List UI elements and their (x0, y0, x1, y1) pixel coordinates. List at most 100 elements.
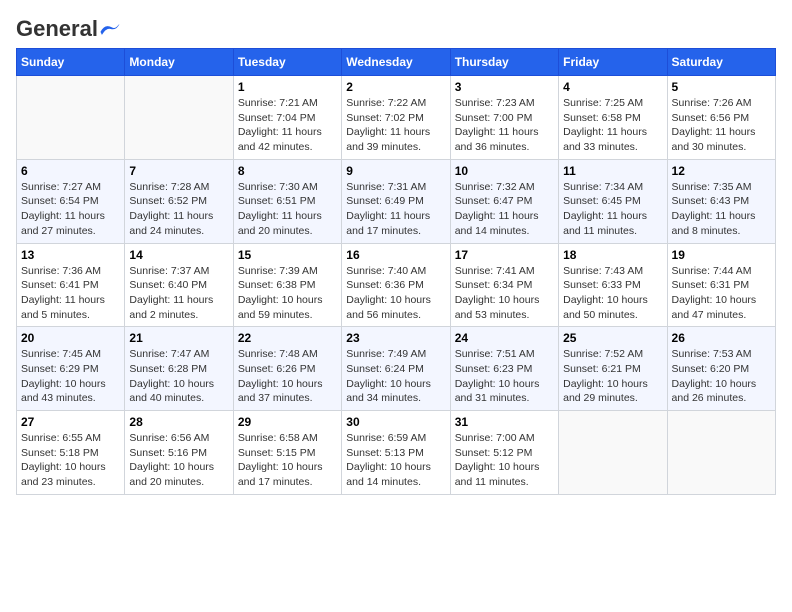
day-number: 17 (455, 248, 554, 262)
calendar-cell: 19Sunrise: 7:44 AMSunset: 6:31 PMDayligh… (667, 243, 775, 327)
day-info: Sunrise: 7:53 AMSunset: 6:20 PMDaylight:… (672, 347, 771, 406)
day-number: 20 (21, 331, 120, 345)
calendar-cell: 25Sunrise: 7:52 AMSunset: 6:21 PMDayligh… (559, 327, 667, 411)
day-info: Sunrise: 6:59 AMSunset: 5:13 PMDaylight:… (346, 431, 445, 490)
calendar-cell: 4 Sunrise: 7:25 AMSunset: 6:58 PMDaylight… (559, 76, 667, 160)
calendar-week-row: 27Sunrise: 6:55 AMSunset: 5:18 PMDayligh… (17, 411, 776, 495)
day-info: Sunrise: 7:31 AMSunset: 6:49 PMDaylight:… (346, 180, 445, 239)
day-number: 15 (238, 248, 337, 262)
calendar-cell: 6Sunrise: 7:27 AMSunset: 6:54 PMDaylight… (17, 159, 125, 243)
day-info: Sunrise: 7:48 AMSunset: 6:26 PMDaylight:… (238, 347, 337, 406)
calendar-cell (125, 76, 233, 160)
calendar-week-row: 20 Sunrise: 7:45 AMSunset: 6:29 PMDayligh… (17, 327, 776, 411)
day-info: Sunrise: 7:26 AMSunset: 6:56 PMDaylight:… (672, 96, 771, 155)
calendar-cell: 5 Sunrise: 7:26 AMSunset: 6:56 PMDaylight… (667, 76, 775, 160)
day-number: 24 (455, 331, 554, 345)
calendar-cell (559, 411, 667, 495)
day-info: Sunrise: 7:30 AMSunset: 6:51 PMDaylight:… (238, 180, 337, 239)
calendar-cell: 13 Sunrise: 7:36 AMSunset: 6:41 PMDayligh… (17, 243, 125, 327)
day-info: Sunrise: 6:58 AMSunset: 5:15 PMDaylight:… (238, 431, 337, 490)
day-info: Sunrise: 7:32 AMSunset: 6:47 PMDaylight:… (455, 180, 554, 239)
day-info: Sunrise: 7:21 AMSunset: 7:04 PMDaylight:… (238, 96, 337, 155)
page-header: General (16, 16, 776, 36)
calendar-cell (667, 411, 775, 495)
day-number: 4 (563, 80, 662, 94)
day-number: 26 (672, 331, 771, 345)
day-info: Sunrise: 7:44 AMSunset: 6:31 PMDaylight:… (672, 264, 771, 323)
calendar-cell: 7 Sunrise: 7:28 AMSunset: 6:52 PMDaylight… (125, 159, 233, 243)
calendar-cell: 11 Sunrise: 7:34 AMSunset: 6:45 PMDayligh… (559, 159, 667, 243)
day-info: Sunrise: 7:23 AMSunset: 7:00 PMDaylight:… (455, 96, 554, 155)
day-number: 3 (455, 80, 554, 94)
day-number: 7 (129, 164, 228, 178)
day-info: Sunrise: 7:43 AMSunset: 6:33 PMDaylight:… (563, 264, 662, 323)
day-info: Sunrise: 7:41 AMSunset: 6:34 PMDaylight:… (455, 264, 554, 323)
day-number: 9 (346, 164, 445, 178)
calendar-cell: 23 Sunrise: 7:49 AMSunset: 6:24 PMDayligh… (342, 327, 450, 411)
calendar-cell: 27Sunrise: 6:55 AMSunset: 5:18 PMDayligh… (17, 411, 125, 495)
day-info: Sunrise: 7:45 AMSunset: 6:29 PMDaylight:… (21, 347, 120, 406)
day-number: 27 (21, 415, 120, 429)
calendar-cell: 9 Sunrise: 7:31 AMSunset: 6:49 PMDaylight… (342, 159, 450, 243)
day-number: 23 (346, 331, 445, 345)
day-info: Sunrise: 7:25 AMSunset: 6:58 PMDaylight:… (563, 96, 662, 155)
day-info: Sunrise: 7:40 AMSunset: 6:36 PMDaylight:… (346, 264, 445, 323)
day-number: 29 (238, 415, 337, 429)
day-number: 11 (563, 164, 662, 178)
calendar-cell: 30Sunrise: 6:59 AMSunset: 5:13 PMDayligh… (342, 411, 450, 495)
logo-general-part: General (16, 16, 98, 42)
day-number: 16 (346, 248, 445, 262)
day-number: 10 (455, 164, 554, 178)
calendar-cell: 21 Sunrise: 7:47 AMSunset: 6:28 PMDayligh… (125, 327, 233, 411)
calendar-week-row: 6Sunrise: 7:27 AMSunset: 6:54 PMDaylight… (17, 159, 776, 243)
day-info: Sunrise: 7:52 AMSunset: 6:21 PMDaylight:… (563, 347, 662, 406)
day-info: Sunrise: 7:00 AMSunset: 5:12 PMDaylight:… (455, 431, 554, 490)
day-info: Sunrise: 7:34 AMSunset: 6:45 PMDaylight:… (563, 180, 662, 239)
day-number: 21 (129, 331, 228, 345)
calendar-cell: 31 Sunrise: 7:00 AMSunset: 5:12 PMDayligh… (450, 411, 558, 495)
calendar-cell: 8 Sunrise: 7:30 AMSunset: 6:51 PMDaylight… (233, 159, 341, 243)
calendar-cell: 12 Sunrise: 7:35 AMSunset: 6:43 PMDayligh… (667, 159, 775, 243)
calendar-cell (17, 76, 125, 160)
day-info: Sunrise: 7:36 AMSunset: 6:41 PMDaylight:… (21, 264, 120, 323)
calendar-week-row: 13 Sunrise: 7:36 AMSunset: 6:41 PMDayligh… (17, 243, 776, 327)
day-info: Sunrise: 7:37 AMSunset: 6:40 PMDaylight:… (129, 264, 228, 323)
day-info: Sunrise: 7:22 AMSunset: 7:02 PMDaylight:… (346, 96, 445, 155)
calendar-cell: 20 Sunrise: 7:45 AMSunset: 6:29 PMDayligh… (17, 327, 125, 411)
day-number: 6 (21, 164, 120, 178)
calendar-table: SundayMondayTuesdayWednesdayThursdayFrid… (16, 48, 776, 495)
day-number: 1 (238, 80, 337, 94)
day-info: Sunrise: 6:56 AMSunset: 5:16 PMDaylight:… (129, 431, 228, 490)
calendar-cell: 24Sunrise: 7:51 AMSunset: 6:23 PMDayligh… (450, 327, 558, 411)
logo: General (16, 16, 122, 36)
day-number: 8 (238, 164, 337, 178)
day-info: Sunrise: 7:49 AMSunset: 6:24 PMDaylight:… (346, 347, 445, 406)
day-number: 14 (129, 248, 228, 262)
day-number: 31 (455, 415, 554, 429)
calendar-header-row: SundayMondayTuesdayWednesdayThursdayFrid… (17, 49, 776, 76)
day-info: Sunrise: 7:28 AMSunset: 6:52 PMDaylight:… (129, 180, 228, 239)
weekday-header-thursday: Thursday (450, 49, 558, 76)
calendar-cell: 14 Sunrise: 7:37 AMSunset: 6:40 PMDayligh… (125, 243, 233, 327)
logo-bird-icon (99, 20, 121, 38)
weekday-header-sunday: Sunday (17, 49, 125, 76)
calendar-cell: 26 Sunrise: 7:53 AMSunset: 6:20 PMDayligh… (667, 327, 775, 411)
calendar-cell: 15 Sunrise: 7:39 AMSunset: 6:38 PMDayligh… (233, 243, 341, 327)
calendar-cell: 2 Sunrise: 7:22 AMSunset: 7:02 PMDaylight… (342, 76, 450, 160)
calendar-cell: 1 Sunrise: 7:21 AMSunset: 7:04 PMDaylight… (233, 76, 341, 160)
calendar-cell: 16 Sunrise: 7:40 AMSunset: 6:36 PMDayligh… (342, 243, 450, 327)
day-number: 13 (21, 248, 120, 262)
weekday-header-monday: Monday (125, 49, 233, 76)
day-info: Sunrise: 7:39 AMSunset: 6:38 PMDaylight:… (238, 264, 337, 323)
day-info: Sunrise: 7:35 AMSunset: 6:43 PMDaylight:… (672, 180, 771, 239)
day-number: 18 (563, 248, 662, 262)
calendar-cell: 3 Sunrise: 7:23 AMSunset: 7:00 PMDaylight… (450, 76, 558, 160)
weekday-header-tuesday: Tuesday (233, 49, 341, 76)
calendar-cell: 29 Sunrise: 6:58 AMSunset: 5:15 PMDayligh… (233, 411, 341, 495)
day-number: 5 (672, 80, 771, 94)
weekday-header-saturday: Saturday (667, 49, 775, 76)
day-info: Sunrise: 7:47 AMSunset: 6:28 PMDaylight:… (129, 347, 228, 406)
weekday-header-wednesday: Wednesday (342, 49, 450, 76)
day-number: 2 (346, 80, 445, 94)
day-number: 12 (672, 164, 771, 178)
